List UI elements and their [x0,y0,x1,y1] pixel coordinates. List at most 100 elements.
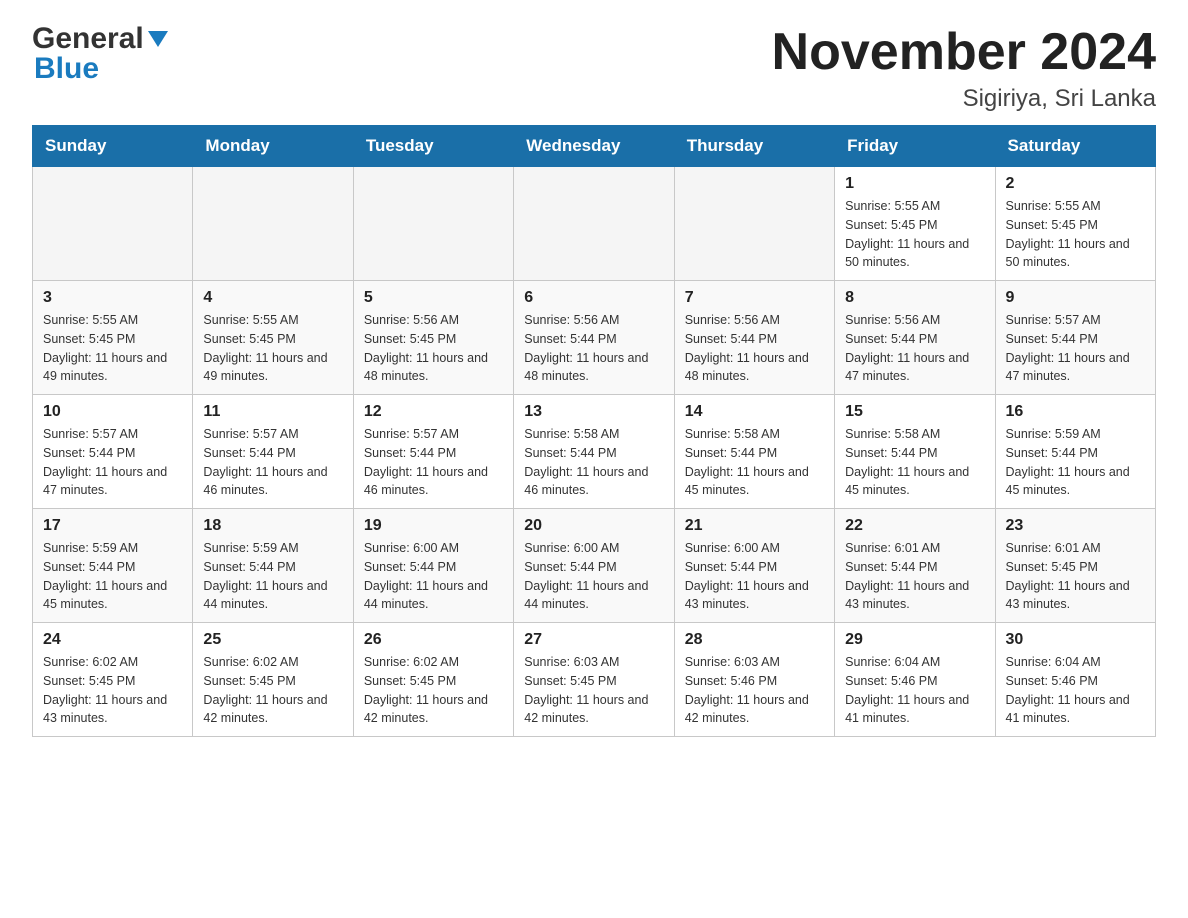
calendar-cell: 26 Sunrise: 6:02 AM Sunset: 5:45 PM Dayli… [353,623,513,737]
calendar-cell [33,167,193,281]
day-info: Sunrise: 5:57 AM Sunset: 5:44 PM Dayligh… [203,425,342,500]
day-number: 16 [1006,403,1145,421]
day-number: 15 [845,403,984,421]
day-info: Sunrise: 5:55 AM Sunset: 5:45 PM Dayligh… [203,311,342,386]
day-info: Sunrise: 5:56 AM Sunset: 5:45 PM Dayligh… [364,311,503,386]
calendar-cell: 28Sunrise: 6:03 AM Sunset: 5:46 PM Dayli… [674,623,834,737]
calendar-cell: 24 Sunrise: 6:02 AM Sunset: 5:45 PM Dayli… [33,623,193,737]
calendar-cell: 5 Sunrise: 5:56 AM Sunset: 5:45 PM Daylig… [353,281,513,395]
calendar-cell: 8Sunrise: 5:56 AM Sunset: 5:44 PM Daylig… [835,281,995,395]
day-info: Sunrise: 5:59 AM Sunset: 5:44 PM Dayligh… [43,539,182,614]
calendar-cell: 20Sunrise: 6:00 AM Sunset: 5:44 PM Dayli… [514,509,674,623]
day-number: 29 [845,631,984,649]
calendar-cell [353,167,513,281]
day-number: 25 [203,631,342,649]
calendar-cell: 13Sunrise: 5:58 AM Sunset: 5:44 PM Dayli… [514,395,674,509]
day-number: 14 [685,403,824,421]
weekday-header-tuesday: Tuesday [353,126,513,167]
weekday-header-thursday: Thursday [674,126,834,167]
week-row-1: 1Sunrise: 5:55 AM Sunset: 5:45 PM Daylig… [33,167,1156,281]
day-info: Sunrise: 6:01 AM Sunset: 5:45 PM Dayligh… [1006,539,1145,614]
day-number: 5 [364,289,503,307]
day-info: Sunrise: 5:58 AM Sunset: 5:44 PM Dayligh… [845,425,984,500]
day-info: Sunrise: 6:03 AM Sunset: 5:45 PM Dayligh… [524,653,663,728]
day-info: Sunrise: 5:57 AM Sunset: 5:44 PM Dayligh… [1006,311,1145,386]
day-info: Sunrise: 6:03 AM Sunset: 5:46 PM Dayligh… [685,653,824,728]
day-number: 9 [1006,289,1145,307]
day-info: Sunrise: 5:57 AM Sunset: 5:44 PM Dayligh… [43,425,182,500]
page-header: General Blue November 2024 Sigiriya, Sri… [32,24,1156,113]
calendar-cell: 3Sunrise: 5:55 AM Sunset: 5:45 PM Daylig… [33,281,193,395]
day-info: Sunrise: 6:04 AM Sunset: 5:46 PM Dayligh… [845,653,984,728]
weekday-header-friday: Friday [835,126,995,167]
week-row-5: 24 Sunrise: 6:02 AM Sunset: 5:45 PM Dayli… [33,623,1156,737]
day-number: 4 [203,289,342,307]
day-number: 2 [1006,175,1145,193]
calendar-cell: 21 Sunrise: 6:00 AM Sunset: 5:44 PM Dayli… [674,509,834,623]
weekday-header-sunday: Sunday [33,126,193,167]
calendar-cell: 22 Sunrise: 6:01 AM Sunset: 5:44 PM Dayli… [835,509,995,623]
calendar-cell [514,167,674,281]
day-info: Sunrise: 6:00 AM Sunset: 5:44 PM Dayligh… [364,539,503,614]
day-number: 27 [524,631,663,649]
day-number: 18 [203,517,342,535]
day-number: 21 [685,517,824,535]
weekday-header-saturday: Saturday [995,126,1155,167]
calendar-subtitle: Sigiriya, Sri Lanka [772,85,1156,113]
day-number: 22 [845,517,984,535]
logo: General Blue [32,24,168,84]
day-number: 7 [685,289,824,307]
calendar-cell: 12 Sunrise: 5:57 AM Sunset: 5:44 PM Dayli… [353,395,513,509]
day-number: 19 [364,517,503,535]
title-block: November 2024 Sigiriya, Sri Lanka [772,24,1156,113]
day-number: 12 [364,403,503,421]
calendar-cell [674,167,834,281]
day-info: Sunrise: 6:00 AM Sunset: 5:44 PM Dayligh… [524,539,663,614]
calendar-title: November 2024 [772,24,1156,81]
week-row-4: 17Sunrise: 5:59 AM Sunset: 5:44 PM Dayli… [33,509,1156,623]
weekday-header-monday: Monday [193,126,353,167]
day-info: Sunrise: 6:01 AM Sunset: 5:44 PM Dayligh… [845,539,984,614]
day-number: 6 [524,289,663,307]
calendar-cell: 1Sunrise: 5:55 AM Sunset: 5:45 PM Daylig… [835,167,995,281]
day-info: Sunrise: 6:04 AM Sunset: 5:46 PM Dayligh… [1006,653,1145,728]
calendar-cell: 30 Sunrise: 6:04 AM Sunset: 5:46 PM Dayli… [995,623,1155,737]
calendar-cell: 16Sunrise: 5:59 AM Sunset: 5:44 PM Dayli… [995,395,1155,509]
calendar-cell: 7 Sunrise: 5:56 AM Sunset: 5:44 PM Daylig… [674,281,834,395]
day-info: Sunrise: 5:55 AM Sunset: 5:45 PM Dayligh… [845,197,984,272]
day-number: 8 [845,289,984,307]
day-info: Sunrise: 6:02 AM Sunset: 5:45 PM Dayligh… [364,653,503,728]
weekday-header-wednesday: Wednesday [514,126,674,167]
day-number: 3 [43,289,182,307]
day-info: Sunrise: 5:56 AM Sunset: 5:44 PM Dayligh… [524,311,663,386]
day-number: 26 [364,631,503,649]
calendar-cell: 2Sunrise: 5:55 AM Sunset: 5:45 PM Daylig… [995,167,1155,281]
calendar-cell: 25 Sunrise: 6:02 AM Sunset: 5:45 PM Dayli… [193,623,353,737]
calendar-cell: 9 Sunrise: 5:57 AM Sunset: 5:44 PM Daylig… [995,281,1155,395]
calendar-cell: 6 Sunrise: 5:56 AM Sunset: 5:44 PM Daylig… [514,281,674,395]
day-info: Sunrise: 6:00 AM Sunset: 5:44 PM Dayligh… [685,539,824,614]
calendar-cell: 27 Sunrise: 6:03 AM Sunset: 5:45 PM Dayli… [514,623,674,737]
day-number: 23 [1006,517,1145,535]
calendar-cell: 10 Sunrise: 5:57 AM Sunset: 5:44 PM Dayli… [33,395,193,509]
logo-arrow-icon [148,31,168,52]
day-number: 24 [43,631,182,649]
calendar-header-row: SundayMondayTuesdayWednesdayThursdayFrid… [33,126,1156,167]
day-info: Sunrise: 6:02 AM Sunset: 5:45 PM Dayligh… [203,653,342,728]
calendar-cell: 19 Sunrise: 6:00 AM Sunset: 5:44 PM Dayli… [353,509,513,623]
calendar-cell: 14Sunrise: 5:58 AM Sunset: 5:44 PM Dayli… [674,395,834,509]
logo-general-text: General [32,24,144,54]
calendar-cell: 29 Sunrise: 6:04 AM Sunset: 5:46 PM Dayli… [835,623,995,737]
day-number: 10 [43,403,182,421]
calendar-cell [193,167,353,281]
calendar-cell: 11Sunrise: 5:57 AM Sunset: 5:44 PM Dayli… [193,395,353,509]
week-row-2: 3 Sunrise: 5:55 AM Sunset: 5:45 PM Daylig… [33,281,1156,395]
calendar-cell: 15 Sunrise: 5:58 AM Sunset: 5:44 PM Dayli… [835,395,995,509]
day-number: 13 [524,403,663,421]
day-number: 30 [1006,631,1145,649]
day-info: Sunrise: 5:57 AM Sunset: 5:44 PM Dayligh… [364,425,503,500]
calendar-table: SundayMondayTuesdayWednesdayThursdayFrid… [32,125,1156,737]
logo-blue-text: Blue [34,52,99,85]
day-info: Sunrise: 5:56 AM Sunset: 5:44 PM Dayligh… [685,311,824,386]
day-info: Sunrise: 6:02 AM Sunset: 5:45 PM Dayligh… [43,653,182,728]
